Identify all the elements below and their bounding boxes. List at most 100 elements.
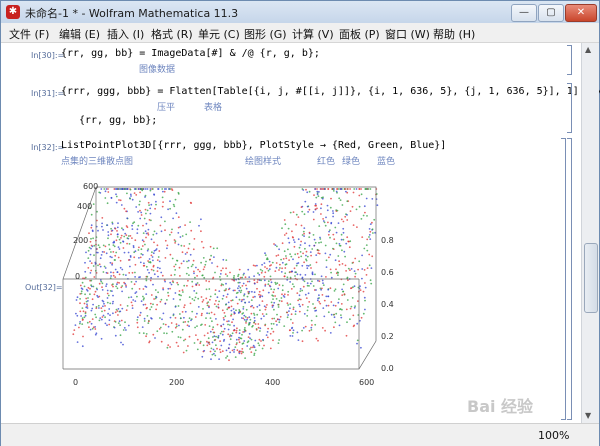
plot-point [116, 283, 118, 286]
plot-point [280, 258, 282, 261]
plot-point [100, 307, 103, 309]
plot-point [327, 233, 330, 236]
plot-point [196, 275, 199, 277]
maximize-button[interactable]: ▢ [538, 4, 564, 22]
plot-point [276, 318, 279, 320]
plot-point [139, 261, 142, 264]
plot-point [336, 209, 339, 212]
plot-point [315, 196, 318, 199]
plot-point [265, 306, 267, 309]
plot-point [317, 297, 319, 300]
cell-bracket-30[interactable] [567, 45, 572, 75]
plot-point [90, 269, 93, 272]
menu-file[interactable]: 文件 (F) [9, 26, 49, 42]
plot-point [177, 216, 180, 219]
plot-point [122, 343, 124, 346]
close-button[interactable]: ✕ [565, 4, 597, 22]
plot-point [354, 275, 356, 278]
cell-in31-code-line2[interactable]: {rr, gg, bb}; [79, 115, 157, 126]
cell-bracket-31[interactable] [567, 83, 572, 133]
scroll-up-icon[interactable]: ▲ [585, 45, 591, 54]
menu-evaluation[interactable]: 计算 (V) [292, 26, 334, 42]
z-tick-label: 0.2 [381, 332, 394, 341]
plot-point [304, 274, 307, 276]
point-plot-3d[interactable]: 0 200 400 600 0 200 400 600 0.0 0.2 0.4 0.6 0.8 [41, 131, 413, 393]
plot-point [156, 259, 159, 261]
plot-point [306, 191, 309, 194]
menu-insert[interactable]: 插入 (I) [107, 26, 144, 42]
plot-point [184, 338, 187, 341]
plot-point [329, 332, 332, 334]
plot-point [92, 203, 95, 205]
plot-point [335, 242, 338, 245]
plot-point [116, 230, 118, 232]
plot-point [254, 265, 257, 267]
plot-point [240, 337, 243, 340]
plot-point [334, 321, 337, 324]
plot-point [117, 308, 120, 310]
plot-point [119, 199, 122, 202]
plot-point [178, 293, 181, 296]
cell-in30-code[interactable]: {rr, gg, bb} = ImageData[#] & /@ {r, g, … [61, 48, 320, 59]
menu-palettes[interactable]: 面板 (P) [339, 26, 380, 42]
plot-point [256, 313, 259, 316]
plot-point [315, 315, 318, 318]
plot-point [370, 267, 373, 269]
plot-point [171, 228, 173, 231]
plot-point [107, 234, 110, 237]
plot-point [305, 188, 307, 191]
plot-point [276, 313, 278, 316]
plot-point [183, 245, 186, 247]
plot-point [218, 358, 221, 360]
menu-format[interactable]: 格式 (R) [151, 26, 193, 42]
plot-point [319, 238, 322, 240]
plot-point [87, 297, 89, 299]
zoom-level[interactable]: 100% [538, 429, 569, 442]
plot-point [129, 255, 132, 257]
plot-point [200, 314, 203, 317]
plot-point [144, 285, 147, 288]
menu-graphics[interactable]: 图形 (G) [244, 26, 287, 42]
plot-point [101, 289, 104, 291]
plot-point [81, 307, 84, 309]
plot-point [79, 322, 81, 325]
cell-bracket-32-group[interactable] [567, 138, 572, 420]
menu-cell[interactable]: 单元 (C) [198, 26, 240, 42]
vertical-scrollbar[interactable]: ▲ ▼ [581, 43, 599, 423]
plot-point [114, 227, 117, 230]
plot-point [258, 293, 260, 296]
plot-point [196, 348, 199, 351]
plot-point [365, 197, 368, 200]
plot-point [292, 306, 295, 309]
scroll-down-icon[interactable]: ▼ [585, 411, 591, 420]
menu-help[interactable]: 帮助 (H) [433, 26, 475, 42]
plot-point [285, 257, 288, 260]
scroll-thumb[interactable] [584, 243, 598, 313]
plot-point [250, 338, 253, 341]
plot-point [345, 334, 348, 337]
plot-point [340, 316, 343, 319]
plot-point [314, 273, 316, 276]
plot-point [212, 276, 215, 279]
plot-point [308, 301, 311, 303]
minimize-button[interactable]: — [511, 4, 537, 22]
plot-point [273, 288, 276, 291]
cell-in31-code[interactable]: {rrr, ggg, bbb} = Flatten[Table[{i, j, #… [61, 86, 600, 97]
plot-point [143, 217, 146, 220]
cell-label-in30: In[30]:= [31, 51, 65, 60]
plot-point [257, 326, 260, 329]
plot-point [268, 268, 271, 270]
plot-point [225, 349, 228, 352]
menu-edit[interactable]: 编辑 (E) [59, 26, 100, 42]
plot-point [133, 192, 136, 194]
plot-point [110, 233, 112, 236]
plot-point [215, 299, 217, 302]
cell-bracket-32-in[interactable] [561, 138, 566, 420]
plot-point [231, 321, 233, 324]
plot-point [146, 209, 149, 212]
menu-window[interactable]: 窗口 (W) [385, 26, 430, 42]
plot-point [205, 317, 207, 319]
plot-point [188, 325, 191, 328]
plot-point [101, 286, 103, 288]
plot-point [314, 241, 317, 244]
